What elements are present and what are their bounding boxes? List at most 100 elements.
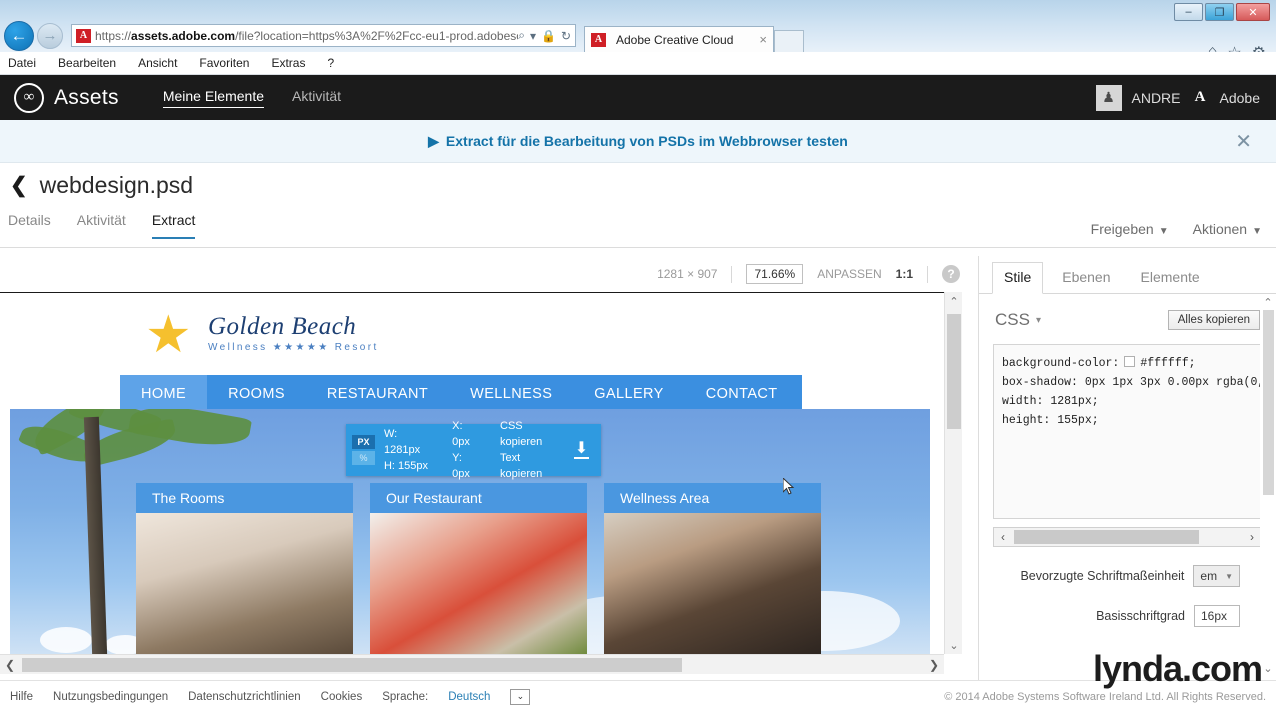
chevron-down-icon[interactable]: ▾ (1036, 315, 1041, 326)
psd-nav-contact[interactable]: CONTACT (685, 386, 799, 402)
page-footer: Hilfe Nutzungsbedingungen Datenschutzric… (0, 680, 1276, 712)
footer-link-datenschutz[interactable]: Datenschutzrichtlinien (188, 691, 301, 703)
watermark-domain: .com (1181, 648, 1263, 689)
footer-link-nutzungsbedingungen[interactable]: Nutzungsbedingungen (53, 691, 168, 703)
menu-item-bearbeiten[interactable]: Bearbeiten (58, 56, 116, 70)
help-icon[interactable]: ? (942, 265, 960, 283)
psd-nav-gallery[interactable]: GALLERY (573, 386, 684, 402)
download-button[interactable]: ⬇ (574, 440, 589, 459)
menu-item-ansicht[interactable]: Ansicht (138, 56, 177, 70)
css-section-header: CSS ▾ Alles kopieren (979, 294, 1276, 338)
height-value: H: 155px (383, 460, 429, 472)
canvas-horizontal-scrollbar[interactable]: ❮ ❯ (0, 654, 944, 674)
promo-link[interactable]: ▶ Extract für die Bearbeitung von PSDs i… (428, 133, 848, 150)
card-title: Our Restaurant (370, 483, 587, 513)
scroll-right-icon[interactable]: ❯ (924, 655, 944, 675)
copy-actions: CSS kopieren Text kopieren (491, 418, 574, 482)
copy-all-button[interactable]: Alles kopieren (1167, 310, 1260, 330)
forward-icon[interactable]: → (37, 22, 63, 49)
psd-nav-home[interactable]: HOME (120, 375, 208, 413)
tab-details[interactable]: Details (8, 212, 51, 237)
psd-nav-restaurant[interactable]: RESTAURANT (306, 386, 449, 402)
menu-item-help[interactable]: ? (327, 56, 334, 70)
file-title-row: ❮ webdesign.psd (10, 172, 193, 199)
css-line-box-shadow: box-shadow: 0px 1px 3px 0.00px rgba(0, 0… (1002, 376, 1262, 389)
scroll-thumb[interactable] (22, 658, 682, 672)
nav-item-meine-elemente[interactable]: Meine Elemente (162, 88, 264, 108)
scroll-left-icon[interactable]: ‹ (994, 528, 1012, 546)
actions-dropdown-button[interactable]: Aktionen ▼ (1193, 221, 1262, 237)
canvas-vertical-scrollbar[interactable]: ⌃ ⌄ (944, 292, 962, 654)
header-nav: Meine Elemente Aktivität (162, 88, 341, 108)
scroll-track[interactable] (1263, 310, 1274, 495)
refresh-icon[interactable]: ↻ (561, 29, 571, 43)
language-value[interactable]: Deutsch (448, 691, 490, 703)
tab-aktivitaet[interactable]: Aktivität (77, 212, 126, 237)
psd-nav-rooms[interactable]: ROOMS (207, 386, 306, 402)
footer-link-hilfe[interactable]: Hilfe (10, 691, 33, 703)
panel-vertical-scrollbar[interactable]: ⌃ ⌄ (1260, 294, 1276, 680)
scroll-down-icon[interactable]: ⌄ (945, 636, 963, 654)
address-bar[interactable]: A https://assets.adobe.com/file?location… (71, 24, 576, 47)
download-bar (574, 456, 589, 459)
lynda-watermark: lynda.com (1093, 648, 1263, 690)
back-icon[interactable]: ← (4, 20, 34, 51)
psd-nav-wellness[interactable]: WELLNESS (449, 386, 573, 402)
footer-link-cookies[interactable]: Cookies (321, 691, 363, 703)
unit-percent-button[interactable]: % (352, 451, 375, 465)
actual-size-button[interactable]: 1:1 (896, 267, 913, 281)
font-unit-select[interactable]: em ▼ (1193, 565, 1240, 587)
css-box-horizontal-scrollbar[interactable]: ‹ › (993, 527, 1262, 547)
psd-brand: Golden Beach Wellness ★★★★★ Resort (208, 313, 379, 353)
scroll-right-icon[interactable]: › (1243, 528, 1261, 546)
scroll-left-icon[interactable]: ❮ (0, 655, 20, 675)
copy-text-button[interactable]: Text kopieren (500, 450, 565, 482)
panel-tab-elemente[interactable]: Elemente (1130, 263, 1211, 293)
panel-tab-stile[interactable]: Stile (992, 262, 1044, 294)
nav-item-aktivitaet[interactable]: Aktivität (292, 88, 341, 108)
user-name[interactable]: ANDRE (1132, 90, 1181, 106)
zoom-level-input[interactable]: 71.66% (746, 264, 804, 284)
menu-item-favoriten[interactable]: Favoriten (199, 56, 249, 70)
mouse-cursor (783, 478, 795, 495)
tab-extract[interactable]: Extract (151, 212, 196, 239)
scroll-up-icon[interactable]: ⌃ (945, 292, 963, 310)
panel-tab-ebenen[interactable]: Ebenen (1051, 263, 1121, 293)
avatar[interactable]: ♟ (1095, 84, 1122, 111)
card-the-rooms[interactable]: The Rooms (136, 483, 353, 654)
scroll-thumb[interactable] (1014, 530, 1199, 544)
back-chevron-icon[interactable]: ❮ (10, 173, 28, 198)
unit-px-button[interactable]: PX (352, 435, 375, 449)
header-user-area: ♟ ANDRE A Adobe (1095, 84, 1276, 111)
creative-cloud-logo-icon[interactable]: ∞ (14, 82, 44, 113)
card-wellness-area[interactable]: Wellness Area (604, 483, 821, 654)
copy-css-button[interactable]: CSS kopieren (500, 418, 565, 450)
app-title: Assets (54, 85, 119, 109)
unit-toggle[interactable]: PX % (346, 424, 375, 476)
css-line-height: height: 155px; (1002, 414, 1099, 427)
x-value: X: 0px (452, 420, 470, 448)
tab-close-icon[interactable]: × (759, 32, 767, 47)
language-select[interactable]: ⌄ (510, 688, 531, 705)
base-font-size-input[interactable]: 16px (1194, 605, 1240, 627)
size-values: W: 1281px H: 155px (375, 426, 443, 474)
browser-tab-adobe-creative-cloud[interactable]: A Adobe Creative Cloud × (584, 26, 774, 52)
copyright-text: © 2014 Adobe Systems Software Ireland Lt… (944, 690, 1266, 703)
card-our-restaurant[interactable]: Our Restaurant (370, 483, 587, 654)
extract-measurement-tooltip[interactable]: PX % W: 1281px H: 155px X: 0px Y: 0px CS… (346, 420, 601, 480)
promo-close-icon[interactable]: ✕ (1235, 129, 1252, 154)
scroll-thumb[interactable] (947, 314, 961, 429)
css-code-box[interactable]: background-color: #ffffff; box-shadow: 0p… (993, 344, 1262, 519)
chevron-down-icon: ▼ (1252, 226, 1262, 237)
scroll-down-icon[interactable]: ⌄ (1260, 660, 1276, 676)
scroll-up-icon[interactable]: ⌃ (1260, 294, 1276, 310)
chevron-down-icon[interactable]: ▾ (530, 29, 536, 43)
file-tabs: Details Aktivität Extract (0, 212, 1276, 248)
menu-item-extras[interactable]: Extras (271, 56, 305, 70)
menu-item-datei[interactable]: Datei (8, 56, 36, 70)
search-icon[interactable]: ⌕ (518, 28, 525, 43)
chevron-down-icon: ▼ (1225, 571, 1233, 581)
share-dropdown-button[interactable]: Freigeben ▼ (1091, 221, 1169, 237)
new-tab-button[interactable] (774, 30, 804, 52)
fit-button[interactable]: ANPASSEN (817, 267, 881, 281)
